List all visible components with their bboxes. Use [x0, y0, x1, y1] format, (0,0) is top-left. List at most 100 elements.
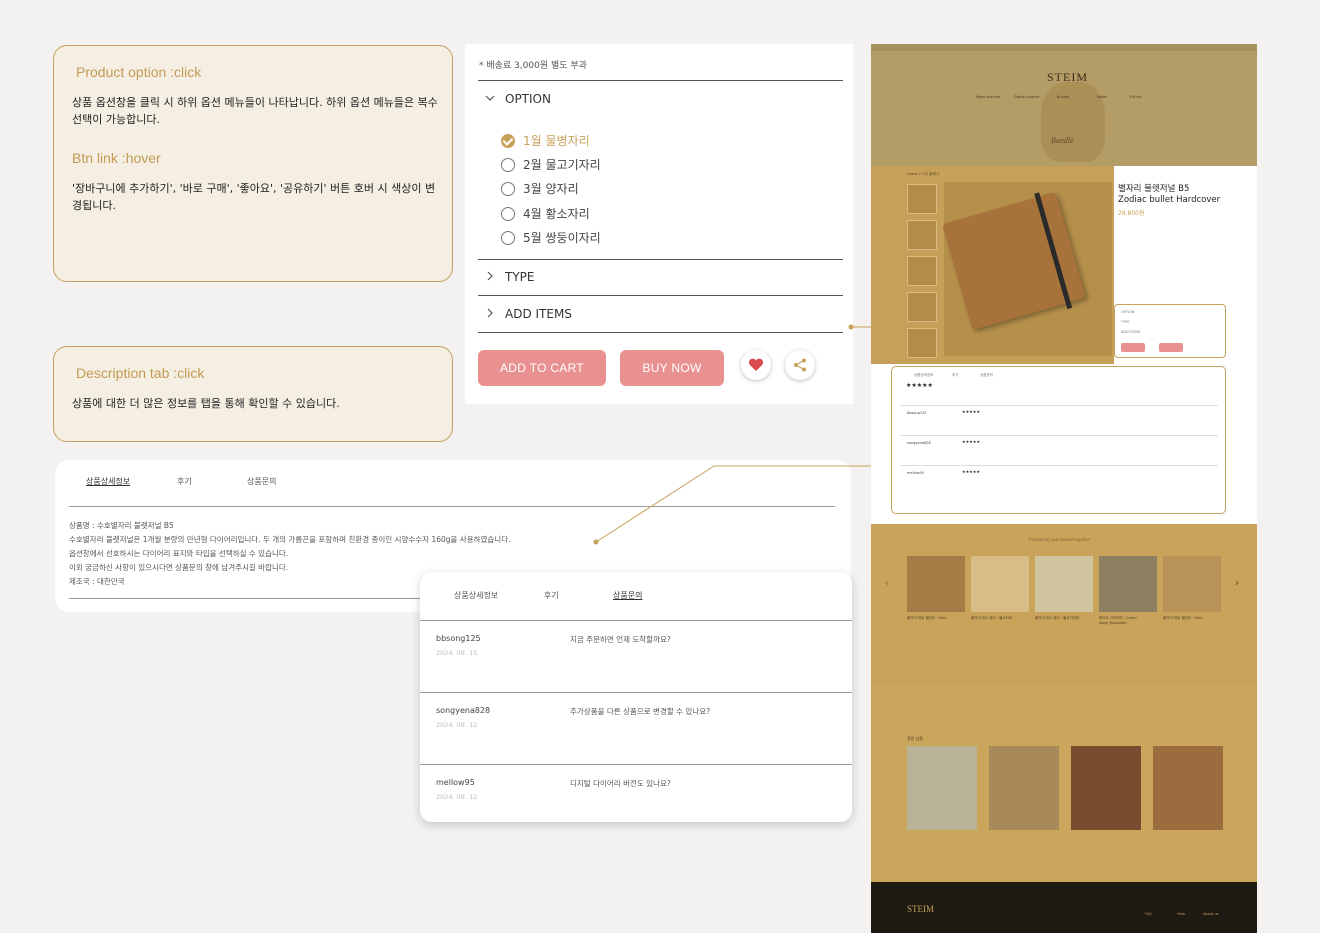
tab-inquiry[interactable]: 상품문의: [613, 590, 642, 601]
freq-card[interactable]: [1163, 556, 1221, 612]
option-item[interactable]: 4월 황소자리: [501, 205, 590, 222]
product-thumb[interactable]: [907, 220, 937, 250]
note-title: Btn link :hover: [72, 150, 161, 166]
related-card[interactable]: [907, 746, 977, 830]
divider: [900, 405, 1218, 406]
preview-buy-now[interactable]: [1159, 343, 1183, 352]
type-label: TYPE: [505, 270, 535, 284]
product-thumb[interactable]: [907, 184, 937, 214]
freq-label: 별자리 미니 엽서 : 별쇼자리: [971, 616, 1013, 620]
preview-nav-item[interactable]: Bundle: [1057, 95, 1069, 99]
footer-link[interactable]: FAQ: [1145, 912, 1152, 916]
note-product-option: Product option :click 상품 옵션창을 클릭 시 하위 옵션…: [53, 45, 453, 282]
footer-logo: STEIM: [907, 904, 934, 914]
product-thumb[interactable]: [907, 256, 937, 286]
product-price: 29,800원: [1118, 210, 1145, 217]
review-stars: ★★★★★: [962, 409, 980, 414]
option-item[interactable]: 5월 쌍둥이자리: [501, 229, 601, 246]
footer-link[interactable]: Help: [1177, 912, 1185, 916]
tab-detail[interactable]: 상품상세정보: [454, 590, 498, 601]
preview-tab[interactable]: 상품상세정보: [914, 373, 933, 378]
preview-add-to-cart[interactable]: [1121, 343, 1145, 352]
freq-label: 별자리 미니 엽서 : 물고기자리: [1035, 616, 1080, 620]
tab-review[interactable]: 후기: [544, 590, 559, 601]
radio-checked-icon: [501, 133, 515, 148]
radio-icon: [501, 157, 515, 172]
qa-question[interactable]: 디지털 다이어리 버전도 있나요?: [570, 778, 671, 789]
radio-icon: [501, 230, 515, 245]
note-desc: 상품에 대한 더 많은 정보를 탭을 통해 확인할 수 있습니다.: [72, 397, 340, 410]
share-button[interactable]: [785, 350, 815, 380]
related-card[interactable]: [989, 746, 1059, 830]
chevron-right-icon[interactable]: ›: [1235, 578, 1239, 589]
qa-user: songyena828: [436, 706, 491, 715]
freq-card[interactable]: [1099, 556, 1157, 612]
preview-option-line[interactable]: TYPE: [1121, 320, 1130, 324]
note-title: Description tab :click: [76, 365, 205, 381]
rating-stars: ★★★★★: [906, 382, 933, 389]
divider: [900, 465, 1218, 466]
add-to-cart-button[interactable]: ADD TO CART: [478, 350, 606, 386]
freq-card[interactable]: [907, 556, 965, 612]
note-description-tab: Description tab :click 상품에 대한 더 많은 정보를 탭…: [53, 346, 453, 442]
preview-logo: STEIM: [1047, 70, 1088, 84]
option-item[interactable]: 2월 물고기자리: [501, 156, 601, 173]
qa-date: 2024. 09. 12: [436, 793, 478, 801]
inquiry-tab-panel: 상품상세정보 후기 상품문의 bbsong125 2024. 09. 15 지금…: [420, 572, 852, 822]
hero-label: Bundle: [1051, 136, 1074, 145]
hero-vase-image: [1041, 82, 1105, 162]
share-icon: [794, 358, 806, 372]
related-card[interactable]: [1071, 746, 1141, 830]
detail-line: 옵션창에서 선호하시는 다이어리 표지와 타입을 선택하실 수 있습니다.: [69, 549, 289, 558]
note-title: Product option :click: [76, 64, 202, 80]
freq-label: 화이트 다이어리 : Green Sage_Moonlight: [1099, 616, 1137, 625]
product-thumb[interactable]: [907, 328, 937, 358]
option-accordion[interactable]: OPTION: [485, 92, 551, 106]
tab-review[interactable]: 후기: [177, 476, 192, 487]
radio-icon: [501, 206, 515, 221]
option-item-label: 3월 양자리: [523, 182, 579, 196]
divider: [478, 259, 843, 260]
add-items-label: ADD ITEMS: [505, 307, 572, 321]
section-title: Frequently purchased together: [1029, 538, 1091, 543]
preview-topbar: [871, 44, 1257, 51]
page-preview: STEIM Paper planner Digital planner Bund…: [871, 44, 1257, 933]
preview-nav-item[interactable]: Digital planner: [1014, 95, 1040, 99]
footer-link[interactable]: About us: [1203, 912, 1219, 916]
qa-question[interactable]: 추가상품을 다른 상품으로 변경할 수 있나요?: [570, 706, 710, 717]
section-title: 관련 상품: [907, 736, 923, 741]
preview-tab[interactable]: 상품문의: [980, 373, 993, 378]
add-items-accordion[interactable]: ADD ITEMS: [485, 307, 572, 321]
preview-nav-item[interactable]: Notes: [1097, 95, 1107, 99]
related-card[interactable]: [1153, 746, 1223, 830]
like-button[interactable]: [741, 350, 771, 380]
chevron-right-icon: [485, 270, 497, 284]
divider: [478, 295, 843, 296]
divider: [69, 598, 421, 599]
freq-card[interactable]: [1035, 556, 1093, 612]
preview-option-line[interactable]: OPTION: [1121, 310, 1134, 314]
tab-detail[interactable]: 상품상세정보: [86, 476, 130, 487]
freq-card[interactable]: [971, 556, 1029, 612]
option-item[interactable]: 1월 물병자리: [501, 132, 590, 149]
qa-question[interactable]: 지금 주문하면 언제 도착할까요?: [570, 634, 671, 645]
divider: [478, 332, 843, 333]
type-accordion[interactable]: TYPE: [485, 270, 534, 284]
qa-user: bbsong125: [436, 634, 481, 643]
divider: [69, 506, 835, 507]
review-user: bbsong125: [907, 411, 927, 415]
tab-inquiry[interactable]: 상품문의: [247, 476, 276, 487]
preview-nav-item[interactable]: Paper planner: [976, 95, 1000, 99]
preview-tab[interactable]: 후기: [952, 373, 958, 378]
preview-nav-item[interactable]: Gift set: [1129, 95, 1142, 99]
option-item[interactable]: 3월 양자리: [501, 180, 579, 197]
chevron-left-icon[interactable]: ‹: [885, 578, 889, 589]
divider: [900, 435, 1218, 436]
review-user: mellow95: [907, 471, 924, 475]
option-item-label: 2월 물고기자리: [523, 158, 601, 172]
buy-now-button[interactable]: BUY NOW: [620, 350, 724, 386]
preview-related-section: 관련 상품: [871, 684, 1257, 882]
detail-line: 수호별자리 불렛저널은 1개월 분량의 만년형 다이어리입니다. 두 개의 가름…: [69, 535, 511, 544]
product-thumb[interactable]: [907, 292, 937, 322]
preview-option-line[interactable]: ADD ITEMS: [1121, 330, 1141, 334]
